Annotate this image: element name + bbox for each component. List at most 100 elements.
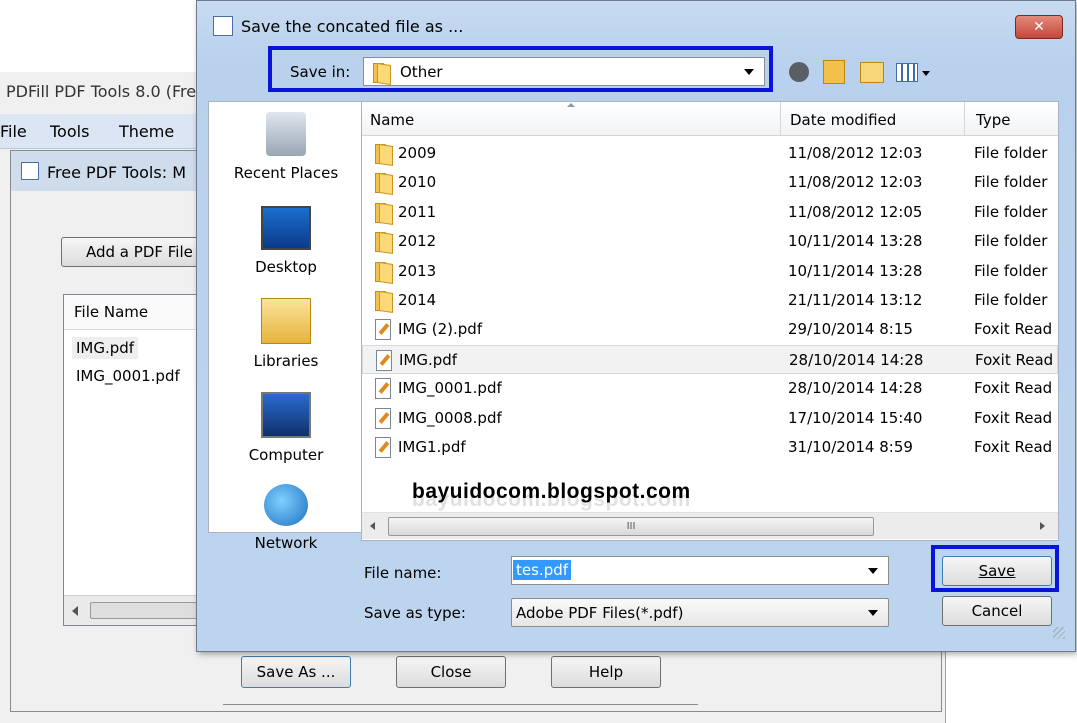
file-row-date: 28/10/2014 14:28 [788,379,923,398]
column-header-name[interactable]: Name [370,111,414,129]
file-row-type: Foxit Read [974,408,1053,427]
dialog-app-icon [213,16,233,36]
add-pdf-file-button[interactable]: Add a PDF File [61,237,211,267]
file-row-type: File folder [974,173,1048,192]
cancel-button[interactable]: Cancel [942,596,1052,626]
app-logo-icon [21,162,39,180]
network-icon [264,484,308,526]
place-computer[interactable]: Computer [209,392,363,464]
file-row[interactable]: IMG_0008.pdf 17/10/2014 15:40 Foxit Read [362,404,1058,433]
place-libraries[interactable]: Libraries [209,298,363,370]
file-name-field[interactable]: tes.pdf [511,556,889,585]
file-row-name: IMG (2).pdf [398,320,483,339]
places-bar: Recent Places Desktop Libraries Computer… [208,101,364,552]
column-divider [780,102,781,135]
desktop-icon [261,206,311,250]
file-name-value[interactable]: tes.pdf [513,560,572,580]
file-row-type: Foxit Read [975,350,1054,369]
file-row[interactable]: IMG1.pdf 31/10/2014 8:59 Foxit Read [362,433,1058,462]
file-row[interactable]: 2012 10/11/2014 13:28 File folder [362,227,1058,256]
file-row-name: 2009 [398,144,437,162]
file-row-type: File folder [974,261,1048,280]
file-row[interactable]: 2009 11/08/2012 12:03 File folder [362,139,1058,168]
place-desktop[interactable]: Desktop [209,206,363,276]
close-button[interactable]: Close [396,656,506,688]
file-row-date: 10/11/2014 13:28 [788,261,923,280]
file-row-date: 21/11/2014 13:12 [788,291,923,309]
file-row-type: File folder [974,144,1048,162]
menu-theme[interactable]: Theme [119,122,174,141]
save-in-dropdown[interactable]: Other [363,57,765,86]
file-list-hscrollbar[interactable] [64,595,204,625]
file-row-name: 2010 [398,173,437,192]
file-row-type: File folder [974,232,1048,251]
save-as-type-dropdown[interactable]: Adobe PDF Files(*.pdf) [511,598,889,627]
chevron-down-icon [868,609,878,616]
chevron-down-icon [744,68,754,75]
file-row-name: 2011 [398,202,437,221]
folder-icon [374,260,394,282]
file-row-date: 31/10/2014 8:59 [788,438,913,456]
save-as-button[interactable]: Save As ... [241,656,351,688]
file-row[interactable]: 2013 10/11/2014 13:28 File folder [362,257,1058,286]
menu-file[interactable]: File [0,122,27,141]
back-icon[interactable] [789,62,809,82]
resize-grip-icon[interactable] [1053,627,1065,639]
save-as-type-value: Adobe PDF Files(*.pdf) [516,604,684,622]
file-row-type: File folder [974,291,1048,309]
file-list-view: Name Date modified Type 2009 11/08/2012 1… [361,101,1059,541]
file-row-date: 10/11/2014 13:28 [788,232,923,251]
file-list-panel: File Name IMG.pdf IMG_0001.pdf [63,294,205,626]
file-row[interactable]: IMG.pdf 28/10/2014 14:28 Foxit Read [362,344,1058,374]
file-row-date: 11/08/2012 12:03 [788,144,923,162]
help-button[interactable]: Help [551,656,661,688]
file-row-type: File folder [974,202,1048,221]
close-icon: ✕ [1033,19,1045,35]
file-row-type: Foxit Read [974,320,1053,339]
sort-ascending-icon [567,103,575,107]
file-row-type: Foxit Read [974,379,1053,398]
file-row[interactable]: IMG (2).pdf 29/10/2014 8:15 Foxit Read [362,315,1058,344]
file-list-header[interactable]: File Name [64,295,204,330]
file-list-item[interactable]: IMG_0001.pdf [72,365,184,387]
folder-icon [374,230,394,253]
file-list-item[interactable]: IMG.pdf [72,337,139,359]
scroll-thumb[interactable] [90,602,202,619]
file-row[interactable]: IMG_0001.pdf 28/10/2014 14:28 Foxit Read [362,374,1058,403]
up-folder-icon[interactable] [823,60,845,84]
file-row[interactable]: 2010 11/08/2012 12:03 File folder [362,168,1058,197]
file-row-date: 28/10/2014 14:28 [789,350,924,369]
file-row-name: IMG_0001.pdf [398,379,502,398]
column-header-type[interactable]: Type [976,111,1010,129]
folder-icon [374,142,394,164]
file-row[interactable]: 2014 21/11/2014 13:12 File folder [362,286,1058,315]
scroll-grip: III [626,521,636,532]
chevron-down-icon[interactable] [868,567,878,574]
scroll-right-icon[interactable] [1040,522,1045,530]
folder-icon [372,61,392,83]
file-row[interactable]: 2011 11/08/2012 12:05 File folder [362,198,1058,227]
pdf-file-icon [374,436,392,458]
file-row-date: 17/10/2014 15:40 [788,408,923,427]
column-header-row: Name Date modified Type [362,102,1058,136]
place-network[interactable]: Network [209,484,363,552]
save-button[interactable]: Save [942,556,1052,586]
new-folder-icon[interactable] [860,62,884,83]
file-list-hscrollbar[interactable]: III [362,512,1058,539]
watermark-text: bayuidocom.blogspot.com [412,480,691,503]
scroll-left-icon[interactable] [72,606,78,616]
folder-icon [374,171,394,194]
view-menu-icon[interactable] [896,63,918,82]
file-row-name: IMG.pdf [399,350,458,369]
file-row-name: IMG_0008.pdf [398,408,502,427]
scroll-left-icon[interactable] [370,522,375,530]
view-menu-chevron-icon[interactable] [922,71,930,76]
save-as-type-label: Save as type: [364,604,466,622]
place-recent-places[interactable]: Recent Places [209,112,363,182]
file-row-name: 2013 [398,261,437,280]
scroll-thumb[interactable]: III [388,517,874,536]
menu-tools[interactable]: Tools [50,122,89,141]
dialog-close-button[interactable]: ✕ [1015,15,1063,39]
folder-icon [374,201,394,223]
column-header-date[interactable]: Date modified [790,111,896,129]
